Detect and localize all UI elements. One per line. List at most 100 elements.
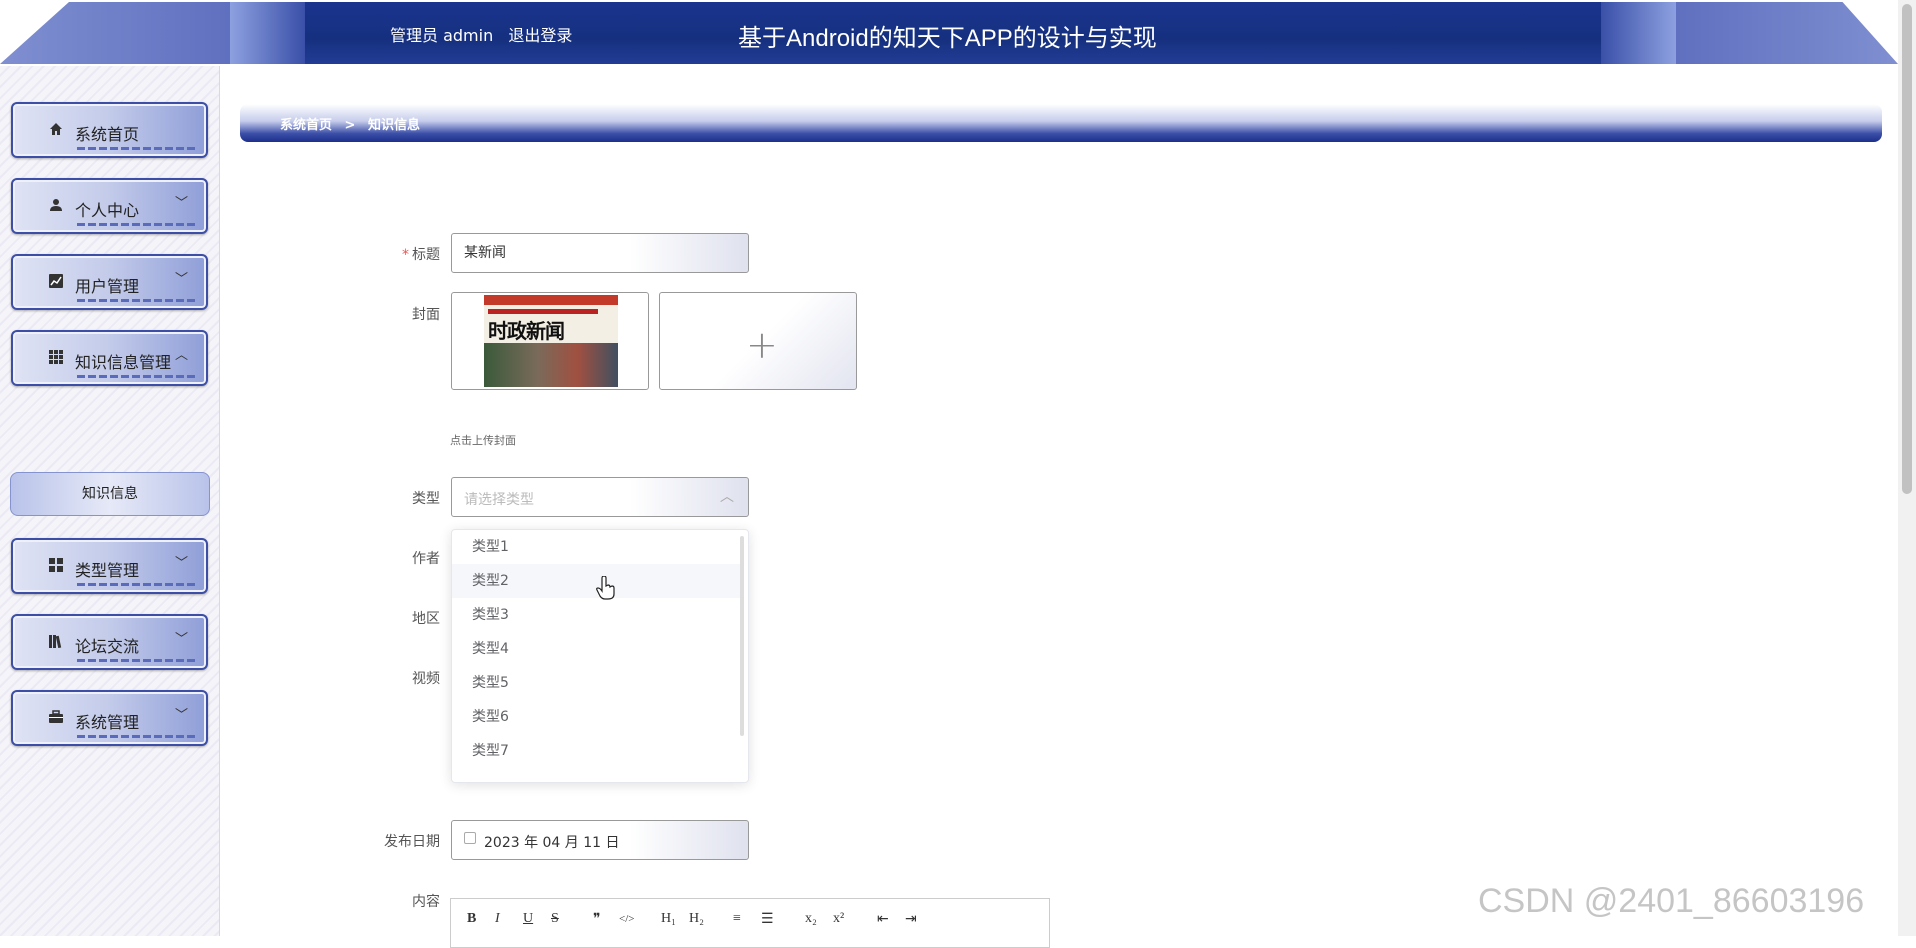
type-option[interactable]: 类型6	[452, 700, 742, 734]
cover-image-photo	[484, 343, 618, 387]
outdent-icon[interactable]: ⇤	[877, 911, 889, 928]
title-input[interactable]: 某新闻	[451, 233, 749, 273]
breadcrumb-bar: 系统首页 > 知识信息	[240, 104, 1882, 142]
grid-icon	[47, 350, 65, 368]
heading-2-icon[interactable]: H₂	[689, 911, 704, 927]
cover-image-thumbnail[interactable]: 时政新闻	[451, 292, 649, 390]
sidebar-item-system-management[interactable]: 系统管理 ﹀	[11, 690, 208, 746]
cover-image-subtitle-bar	[488, 309, 598, 314]
required-asterisk: *	[402, 247, 409, 263]
logout-link[interactable]: 退出登录	[508, 26, 572, 45]
sidebar-item-forum[interactable]: 论坛交流 ﹀	[11, 614, 208, 670]
plus-icon: +	[746, 323, 778, 367]
header-decoration-right-inner	[1601, 2, 1676, 64]
sidebar-item-label: 知识信息管理	[75, 353, 172, 372]
dropdown-scrollbar[interactable]	[740, 536, 744, 736]
chevron-down-icon: ﹀	[174, 556, 188, 571]
type-select-placeholder: 请选择类型	[464, 492, 534, 508]
menu-decoration	[77, 147, 198, 150]
menu-decoration	[77, 375, 198, 378]
admin-username: 管理员 admin	[390, 26, 494, 45]
type-option[interactable]: 类型7	[452, 734, 742, 768]
chevron-down-icon: ﹀	[174, 632, 188, 647]
breadcrumb-current: 知识信息	[367, 118, 420, 133]
apps-icon	[47, 558, 65, 576]
strikethrough-icon[interactable]: S	[551, 911, 559, 927]
sidebar-subitem-knowledge-info[interactable]: 知识信息	[10, 472, 210, 516]
sidebar-item-user-management[interactable]: 用户管理 ﹀	[11, 254, 208, 310]
sidebar-item-label: 系统首页	[75, 125, 140, 144]
chevron-down-icon: ﹀	[174, 196, 188, 211]
breadcrumb: 系统首页 > 知识信息	[280, 114, 420, 133]
region-field-label: 地区	[412, 611, 440, 627]
type-field-label: 类型	[412, 491, 440, 507]
sidebar-item-label: 系统管理	[75, 713, 140, 732]
breadcrumb-home[interactable]: 系统首页	[280, 118, 332, 133]
csdn-watermark: CSDN @2401_86603196	[1478, 882, 1865, 920]
page-scrollbar-thumb[interactable]	[1902, 4, 1912, 494]
chevron-down-icon: ﹀	[174, 272, 188, 287]
publish-date-value: 2023 年 04 月 11 日	[484, 835, 620, 851]
app-title: 基于Android的知天下APP的设计与实现	[738, 25, 1157, 52]
video-field-label: 视频	[412, 671, 440, 687]
sidebar-item-knowledge-management[interactable]: 知识信息管理 ︿	[11, 330, 208, 386]
hand-pointer-cursor-icon	[596, 575, 616, 606]
chart-icon	[47, 274, 65, 292]
content-field-label: 内容	[412, 894, 440, 910]
chevron-down-icon: ﹀	[174, 708, 188, 723]
bullet-list-icon[interactable]: ☰	[761, 911, 774, 928]
cover-field-label: 封面	[412, 307, 440, 323]
sidebar-item-home[interactable]: 系统首页	[11, 102, 208, 158]
header-decoration-right	[1676, 2, 1898, 64]
author-field-label: 作者	[412, 551, 440, 567]
menu-decoration	[77, 223, 198, 226]
page-scrollbar[interactable]	[1898, 0, 1916, 936]
sidebar-item-label: 论坛交流	[75, 637, 140, 656]
underline-icon[interactable]: U	[523, 911, 533, 927]
blockquote-icon[interactable]: ❞	[593, 911, 601, 928]
sidebar-item-label: 类型管理	[75, 561, 140, 580]
indent-icon[interactable]: ⇥	[905, 911, 917, 928]
header-decoration-left-inner	[230, 2, 305, 64]
type-select[interactable]: 请选择类型 ︿	[451, 477, 749, 517]
home-icon	[47, 122, 65, 140]
subscript-icon[interactable]: x₂	[805, 911, 817, 927]
publish-date-picker[interactable]: 2023 年 04 月 11 日	[451, 820, 749, 860]
code-block-icon[interactable]: </>	[619, 913, 634, 925]
menu-decoration	[77, 735, 198, 738]
books-icon	[47, 634, 65, 652]
type-option[interactable]: 类型5	[452, 666, 742, 700]
ordered-list-icon[interactable]: ≡	[733, 911, 741, 927]
calendar-icon	[464, 832, 476, 844]
heading-1-icon[interactable]: H₁	[661, 911, 676, 927]
briefcase-icon	[47, 710, 65, 728]
chevron-up-icon: ︿	[720, 489, 734, 505]
sidebar-item-personal-center[interactable]: 个人中心 ﹀	[11, 178, 208, 234]
italic-icon[interactable]: I	[495, 911, 500, 927]
superscript-icon[interactable]: x²	[833, 911, 844, 927]
menu-decoration	[77, 659, 198, 662]
chevron-up-icon: ︿	[174, 348, 188, 363]
user-icon	[47, 198, 65, 216]
news-cover-image: 时政新闻	[484, 295, 618, 387]
bold-icon[interactable]: B	[467, 911, 476, 927]
title-field-label: * 标题	[402, 247, 440, 263]
cover-image-banner	[484, 295, 618, 305]
type-option[interactable]: 类型4	[452, 632, 742, 666]
sidebar-item-label: 用户管理	[75, 277, 140, 296]
type-option[interactable]: 类型1	[452, 530, 742, 564]
sidebar-item-label: 个人中心	[75, 201, 140, 220]
type-dropdown-menu: 类型1 类型2 类型3 类型4 类型5 类型6 类型7	[451, 529, 749, 783]
sidebar: 系统首页 个人中心 ﹀ 用户管理 ﹀ 知识信息管理 ︿ 知识信息 类型管理 ﹀ …	[0, 66, 220, 936]
top-header: 管理员 admin 退出登录 基于Android的知天下APP的设计与实现	[0, 0, 1898, 66]
rich-text-editor[interactable]: B I U S ❞ </> H₁ H₂ ≡ ☰ x₂ x² ⇤ ⇥	[450, 898, 1050, 948]
publish-date-field-label: 发布日期	[384, 834, 440, 850]
menu-decoration	[77, 583, 198, 586]
sidebar-item-type-management[interactable]: 类型管理 ﹀	[11, 538, 208, 594]
header-decoration-left	[0, 2, 230, 64]
breadcrumb-separator: >	[344, 118, 356, 133]
cover-image-title: 时政新闻	[488, 319, 565, 343]
cover-upload-button[interactable]: +	[659, 292, 857, 390]
menu-decoration	[77, 299, 198, 302]
cover-upload-hint: 点击上传封面	[450, 434, 516, 447]
